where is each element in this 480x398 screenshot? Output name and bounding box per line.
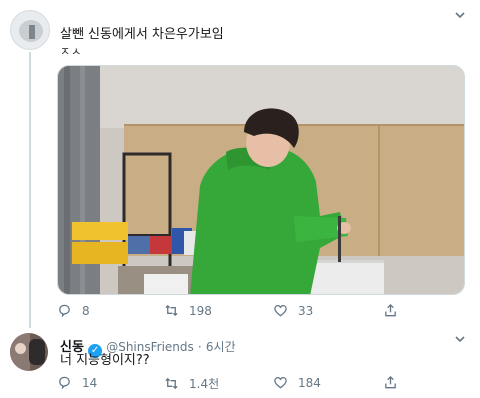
photo-illustration [58,66,464,294]
avatar[interactable] [10,333,48,371]
avatar[interactable] [10,10,50,50]
retweet-icon [165,377,178,390]
reply-icon [59,304,70,318]
retweet-icon [165,304,178,317]
retweet-action[interactable]: 1.4천 [164,375,219,392]
reply-action[interactable]: 8 [57,303,90,318]
heart-icon [274,304,287,317]
reply-count: 14 [82,375,98,390]
timestamp[interactable]: 6시간 [206,340,236,354]
share-action[interactable] [383,303,398,318]
tweet-photo[interactable] [57,65,465,295]
share-action[interactable] [383,375,398,390]
like-action[interactable]: 33 [273,303,313,318]
tweet-text: 너 지능형이지?? [60,353,150,368]
tweet-text: 살뺀 신동에게서 차은우가보임 [60,27,224,42]
like-count: 33 [298,303,314,318]
reply-icon [59,376,70,390]
like-action[interactable]: 184 [273,375,321,390]
heart-icon [274,376,287,389]
user-handle[interactable]: @ShinsFriends [106,340,194,354]
like-count: 184 [298,375,321,390]
thread-connector [29,52,31,328]
retweet-count: 198 [189,303,212,318]
chevron-down-icon[interactable] [453,333,467,347]
retweet-action[interactable]: 198 [164,303,212,318]
reply-action[interactable]: 14 [57,375,97,390]
chevron-down-icon[interactable] [453,9,467,23]
reply-count: 8 [82,303,90,318]
separator: · [197,340,202,354]
share-icon [385,375,396,389]
share-icon [385,303,396,317]
retweet-count: 1.4천 [189,377,220,391]
tweet-text-line-2: ㅈㅅ [60,45,83,58]
